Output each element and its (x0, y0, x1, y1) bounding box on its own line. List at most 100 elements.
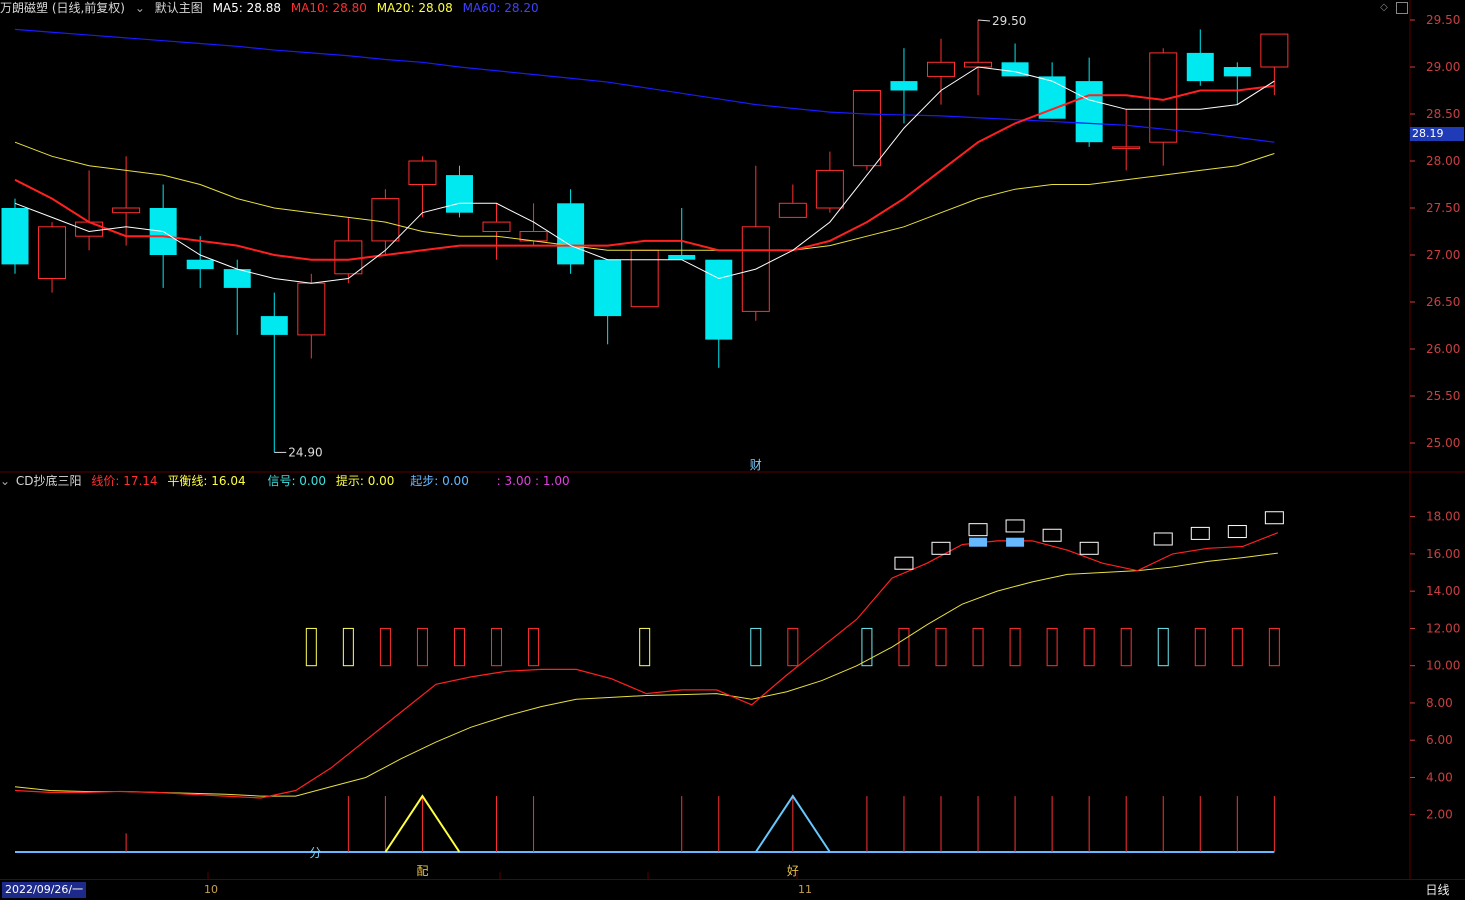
candle-body-down (1075, 81, 1103, 143)
stock-title[interactable]: 万朗磁塑 (日线,前复权) (0, 1, 125, 15)
indicator-tick-label: 10.00 (1426, 659, 1460, 673)
price-tick-label: 28.50 (1426, 107, 1460, 121)
candle-body-down (1223, 67, 1251, 77)
candle-body-up (112, 207, 141, 214)
white-signal-box (1264, 511, 1284, 525)
time-axis-bar: 2022/09/26/一 10 11 日线 (0, 879, 1465, 900)
signal-bar (750, 627, 762, 667)
candle (482, 203, 511, 260)
high-label: 29.50 (992, 14, 1026, 28)
candle (668, 208, 696, 260)
candle (1, 198, 29, 274)
candle-body-up (1112, 146, 1141, 149)
month-mark-10: 10 (204, 883, 218, 896)
candle-body-up (927, 61, 955, 77)
signal-bar (1009, 627, 1021, 667)
chart-canvas[interactable]: 29.50 29.00 28.50 28.00 27.50 27.00 26.50 26.00… (0, 0, 1465, 880)
price-tick-label: 26.50 (1426, 295, 1460, 309)
candle (778, 184, 807, 218)
xianjia-value: 线价: 17.14 (91, 474, 158, 488)
candle-body-up (334, 240, 363, 275)
signal-bar (1157, 627, 1169, 667)
white-signal-box (1190, 526, 1210, 540)
qibu-value: 起步: 0.00 (410, 474, 469, 488)
indicator-tick-label: 14.00 (1426, 584, 1460, 598)
low-label: 24.90 (288, 445, 322, 459)
indicator-tick-label: 18.00 (1426, 510, 1460, 524)
candle-body-up (297, 282, 326, 336)
candle (815, 151, 844, 213)
indicator-tick-label: 6.00 (1426, 733, 1453, 747)
price-tick-label: 27.50 (1426, 201, 1460, 215)
candle-body-up (778, 202, 807, 218)
price-tick-label: 29.00 (1426, 60, 1460, 74)
candle (1149, 48, 1178, 166)
candle-body-down (705, 259, 733, 340)
candle-body-up (1260, 33, 1289, 68)
indicator-tick-label: 12.00 (1426, 621, 1460, 635)
price-tick-label: 29.50 (1426, 13, 1460, 27)
signal-bar (935, 627, 947, 667)
signal-bar (1231, 627, 1243, 667)
signal-bar (453, 627, 465, 667)
candle (297, 273, 326, 359)
white-signal-box (1153, 532, 1173, 546)
candle (557, 189, 585, 274)
template-name[interactable]: 默认主图 (155, 1, 203, 15)
ma60-value: MA60: 28.20 (462, 1, 539, 15)
signal-bar (416, 627, 428, 667)
candle (630, 249, 659, 308)
signal-bar (972, 627, 984, 667)
candle (75, 170, 104, 251)
indicator-tick-label: 2.00 (1426, 808, 1453, 822)
candle (334, 217, 363, 284)
candle-body-down (594, 259, 622, 317)
signal-label: 分 (309, 846, 321, 860)
indicator-tick-label: 4.00 (1426, 770, 1453, 784)
signal-bar (528, 627, 540, 667)
candle-body-up (630, 249, 659, 308)
blue-signal-box (1006, 537, 1025, 547)
period-button[interactable]: 日线 (1410, 880, 1465, 900)
signal-bar (342, 627, 354, 667)
candle (1186, 29, 1214, 86)
diamond-icon[interactable]: ◇ (1378, 2, 1390, 14)
white-signal-box (1227, 525, 1247, 539)
pinghengxian-line (14, 552, 1278, 797)
signal-bar (1046, 627, 1058, 667)
candle (260, 292, 288, 453)
candle (890, 48, 918, 124)
signal-bar (379, 627, 391, 667)
candle-body-down (557, 203, 585, 265)
candle-body-up (482, 221, 511, 233)
pinghengxian-value: 平衡线: 16.04 (167, 474, 246, 488)
candle (964, 20, 993, 96)
signal-label: 好 (787, 864, 799, 878)
candle-body-down (1, 208, 29, 265)
candle-body-down (668, 255, 696, 260)
ma10-value: MA10: 28.80 (290, 1, 367, 15)
candle (741, 165, 770, 321)
dropdown-circle-icon[interactable]: ⌄ (0, 474, 10, 488)
candle-body-down (260, 316, 288, 335)
xinhao-value: 信号: 0.00 (267, 474, 327, 488)
white-signal-box (1042, 528, 1062, 542)
settings-square-icon[interactable] (1396, 2, 1408, 14)
candle (408, 156, 437, 218)
indicator-tick-label: 16.00 (1426, 547, 1460, 561)
ma20-value: MA20: 28.08 (376, 1, 453, 15)
signal-bar (491, 627, 503, 667)
signal-bar (639, 627, 651, 667)
ratio-value: : 3.00 : 1.00 (496, 474, 570, 488)
signal-bar (1194, 627, 1206, 667)
white-signal-box (968, 523, 988, 537)
candle (38, 222, 67, 293)
indicator-title[interactable]: CD抄底三阳 (16, 474, 82, 488)
price-tick-label: 25.50 (1426, 389, 1460, 403)
price-tick-label: 26.00 (1426, 342, 1460, 356)
dropdown-circle-icon[interactable]: ⌄ (135, 1, 145, 15)
candle-body-up (964, 61, 993, 68)
candle-body-up (75, 221, 104, 237)
candle (223, 259, 251, 335)
price-tick-label: 27.00 (1426, 248, 1460, 262)
